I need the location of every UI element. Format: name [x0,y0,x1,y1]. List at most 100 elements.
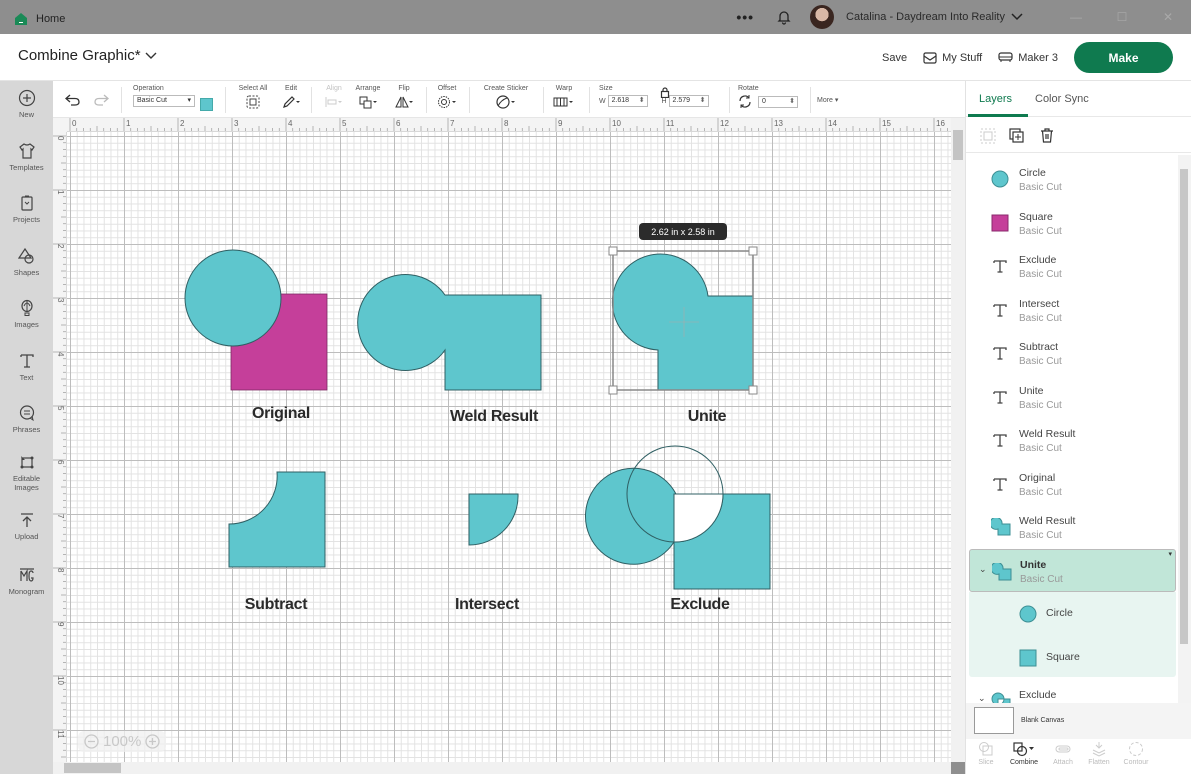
my-stuff-button[interactable]: My Stuff [923,52,982,64]
slice-button[interactable]: Slice [968,741,1004,766]
warp-group[interactable]: Warp [552,85,576,111]
child-layer-item[interactable]: Circle [969,592,1176,635]
design-canvas[interactable]: Original Weld Result Unite Subtract Inte… [67,132,951,762]
label-exclude[interactable]: Exclude [670,596,730,614]
tab-home[interactable]: Home [8,4,65,34]
close-button[interactable]: ✕ [1145,0,1191,34]
sidebar-item-new[interactable]: New [0,89,53,119]
select-all-icon [246,95,260,109]
edit-group[interactable]: Edit [281,85,301,111]
resize-handle[interactable] [748,246,758,256]
lock-icon[interactable] [660,87,670,98]
trash-icon[interactable] [1039,127,1055,144]
project-title[interactable]: Combine Graphic* [18,47,157,64]
sidebar-item-phrases[interactable]: Phrases [0,404,53,434]
subtract-shape[interactable] [228,471,326,568]
align-group[interactable]: Align [324,85,344,111]
sidebar-item-projects[interactable]: Projects [0,194,53,224]
more-button[interactable]: More ▾ [817,96,838,104]
make-button[interactable]: Make [1074,42,1173,73]
user-name[interactable]: Catalina - Daydream Into Reality [846,11,1005,23]
redo-icon[interactable] [93,94,109,106]
sidebar-item-monogram[interactable]: Monogram [0,566,53,596]
tab-color-sync[interactable]: Color Sync [1035,93,1089,105]
more-options-icon[interactable]: ••• [736,9,754,25]
height-input[interactable]: 2.579 [668,95,709,107]
contour-button[interactable]: Contour [1118,741,1154,766]
width-input[interactable]: 2.618 [607,95,648,107]
sidebar-item-label: Editable Images [12,474,41,492]
avatar[interactable] [810,5,835,29]
zoom-in-icon[interactable] [145,734,161,749]
exclude-shape-icon [991,692,1011,703]
resize-handle[interactable] [608,385,618,395]
blank-canvas-swatch[interactable] [974,707,1014,734]
maximize-button[interactable]: ☐ [1099,0,1145,34]
ruler-label: 10 [56,676,65,685]
combine-button[interactable]: Combine [1006,741,1042,766]
label-intersect[interactable]: Intersect [455,596,519,614]
zoom-out-icon[interactable] [84,734,99,749]
original-group[interactable] [184,249,328,391]
layers-scrollbar[interactable] [1178,155,1191,703]
flip-group[interactable]: Flip [394,85,414,111]
tab-layers[interactable]: Layers [979,93,1012,105]
minimize-button[interactable]: — [1053,0,1099,34]
blank-canvas-row[interactable]: Blank Canvas [966,703,1191,739]
layer-item[interactable]: Circle Basic Cut [969,157,1176,200]
chevron-down-icon[interactable]: ⌄ [979,564,987,574]
canvas-vertical-scrollbar[interactable] [951,118,965,762]
chevron-down-icon[interactable]: ⌄ [978,693,986,703]
create-sticker-group[interactable]: Create Sticker [480,85,532,111]
layer-item[interactable]: Intersect Basic Cut [969,288,1176,331]
undo-icon[interactable] [65,94,81,106]
weld-result-shape[interactable] [357,274,542,391]
ruler-label: 7 [450,119,455,128]
intersect-shape[interactable] [468,493,519,546]
scroll-thumb[interactable] [1180,169,1188,644]
original-circle[interactable] [184,249,282,347]
sidebar-item-editable-images[interactable]: Editable Images [0,453,53,492]
layer-item[interactable]: ⌄ Unite Basic Cut [969,548,1176,592]
scroll-thumb[interactable] [953,130,963,160]
sidebar-item-label: Monogram [8,587,45,596]
offset-group[interactable]: Offset [436,85,458,111]
sidebar-item-upload[interactable]: Upload [0,511,53,541]
canvas-horizontal-scrollbar[interactable] [53,762,951,774]
scroll-thumb[interactable] [64,763,121,773]
attach-button[interactable]: Attach [1045,741,1081,766]
resize-handle[interactable] [608,246,618,256]
label-unite[interactable]: Unite [688,408,727,426]
machine-button[interactable]: Maker 3 [998,52,1058,64]
bell-icon[interactable] [776,9,792,25]
layer-item[interactable]: Square Basic Cut [969,201,1176,244]
group-icon[interactable] [980,128,996,144]
layer-item[interactable]: Weld Result Basic Cut [969,505,1176,548]
rotate-input[interactable]: 0 [757,95,798,108]
arrange-group[interactable]: Arrange [354,85,382,111]
layer-item[interactable]: Unite Basic Cut [969,375,1176,418]
layer-item[interactable]: Subtract Basic Cut [969,331,1176,374]
sidebar-item-shapes[interactable]: Shapes [0,247,53,277]
sidebar-item-text[interactable]: Text [0,352,53,382]
flatten-button[interactable]: Flatten [1081,741,1117,766]
select-all-group[interactable]: Select All [236,85,270,111]
label-subtract[interactable]: Subtract [245,596,308,614]
layer-item[interactable]: Exclude Basic Cut [969,244,1176,287]
layer-item[interactable]: ⌄ExcludeBasic Cut [969,679,1176,703]
label-original[interactable]: Original [252,405,310,423]
sidebar-item-label: Projects [12,215,41,224]
exclude-group[interactable] [585,445,771,590]
layer-item[interactable]: Original Basic Cut [969,462,1176,505]
duplicate-icon[interactable] [1009,128,1025,144]
label-weld-result[interactable]: Weld Result [450,408,538,426]
save-button[interactable]: Save [882,52,907,64]
sidebar-item-templates[interactable]: Templates [0,142,53,172]
sidebar-item-images[interactable]: Images [0,299,53,329]
layer-item[interactable]: Weld Result Basic Cut [969,418,1176,461]
operation-select[interactable]: Basic Cut [133,95,195,107]
resize-handle[interactable] [748,385,758,395]
chevron-down-icon[interactable] [1011,13,1023,21]
child-layer-item[interactable]: Square [969,636,1176,679]
operation-color-swatch[interactable] [200,98,213,111]
